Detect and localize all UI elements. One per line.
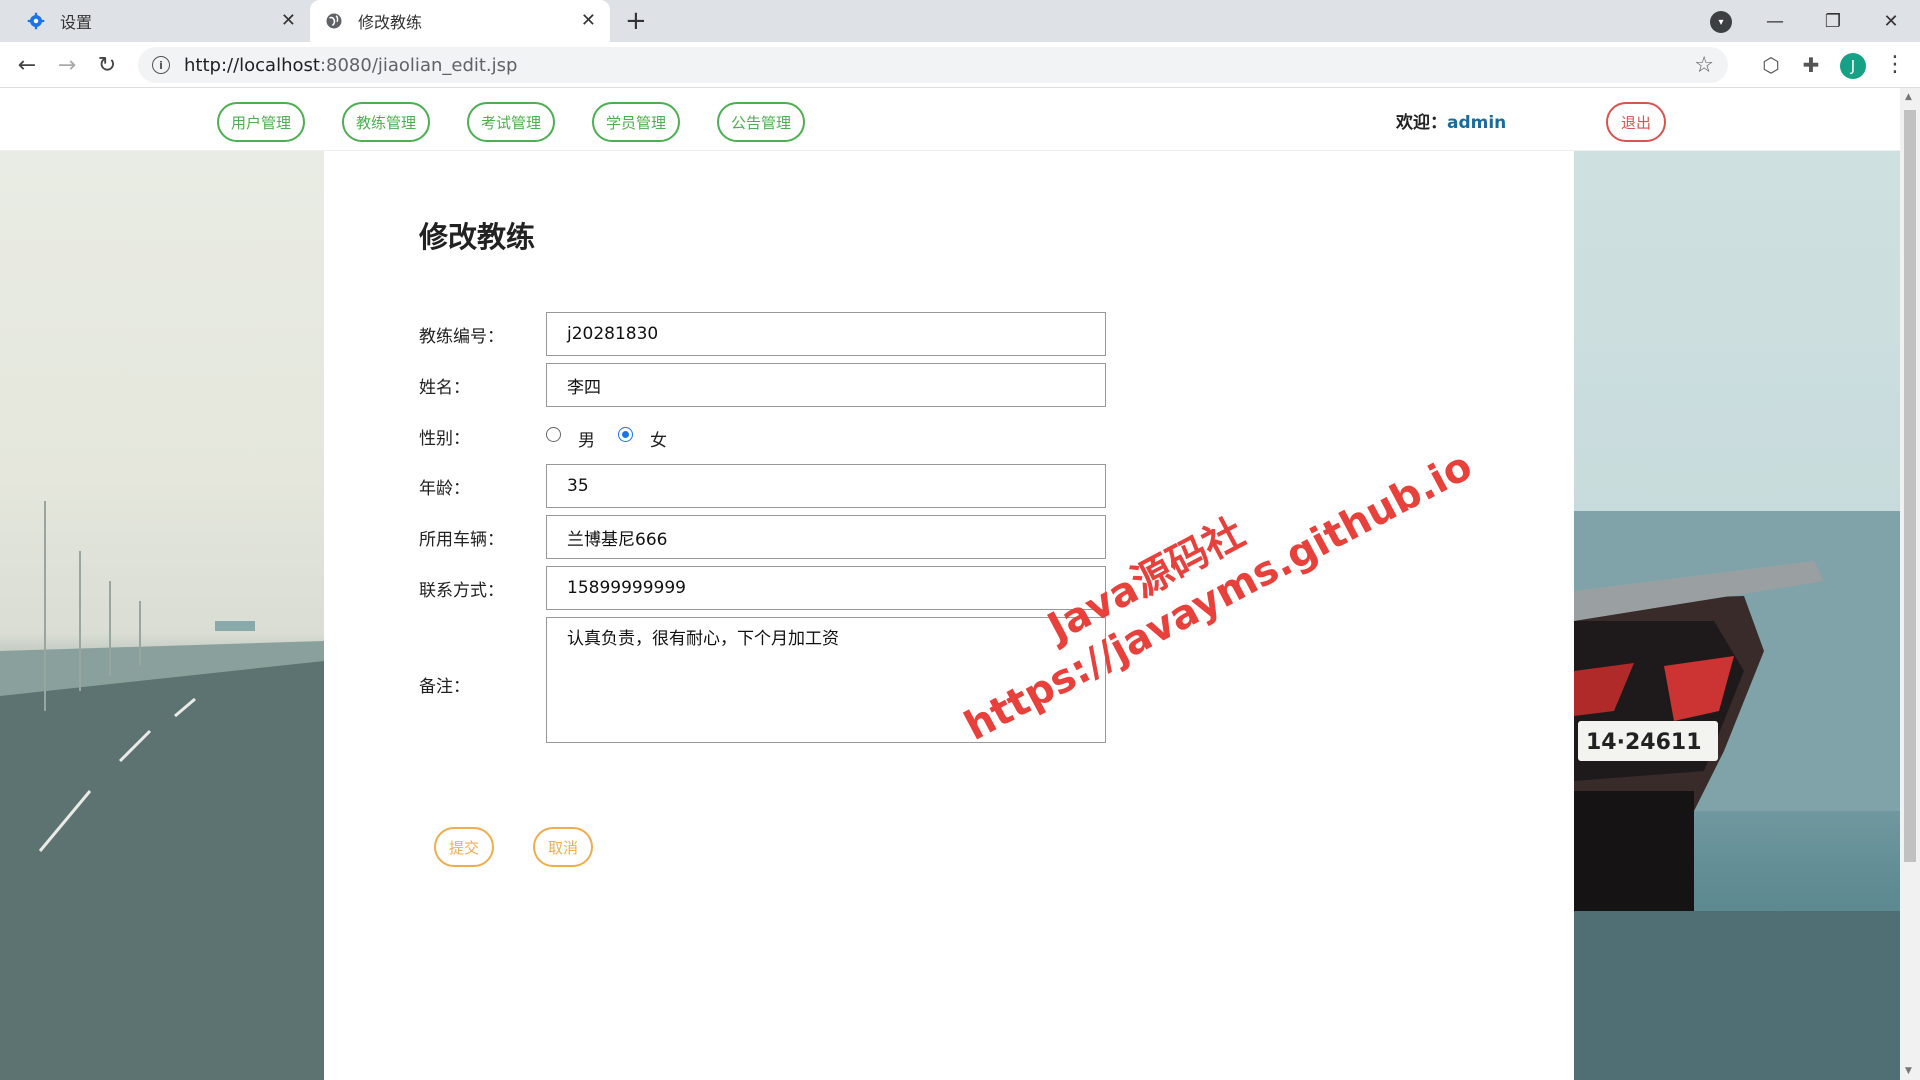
welcome-text: 欢迎：admin [1396,108,1506,133]
page: 用户管理 教练管理 考试管理 学员管理 公告管理 欢迎：admin 退出 14·… [0,88,1900,1080]
bookmark-star-icon[interactable]: ☆ [1694,53,1714,78]
nav-exam-management[interactable]: 考试管理 [467,102,555,142]
coach-id-input[interactable]: j20281830 [546,312,1106,356]
url-path: :8080/jiaolian_edit.jsp [319,54,518,76]
background-road-image [0,151,324,1080]
tab-search-icon[interactable]: ▾ [1710,11,1732,33]
window-controls: — ❐ ✕ [1746,0,1920,42]
nav-coach-management[interactable]: 教练管理 [342,102,430,142]
logout-button[interactable]: 退出 [1606,102,1666,142]
submit-button[interactable]: 提交 [434,827,494,867]
background-car-image: 14·24611 [1574,151,1900,1080]
avatar[interactable]: J [1840,53,1866,79]
vehicle-label: 所用车辆： [419,530,504,550]
tab-title: 设置 [60,13,93,32]
close-window-icon[interactable]: ✕ [1862,11,1920,32]
close-tab-icon[interactable]: ✕ [581,10,596,31]
vehicle-input[interactable]: 兰博基尼666 [546,515,1106,559]
remark-label: 备注： [419,677,470,697]
top-nav: 用户管理 教练管理 考试管理 学员管理 公告管理 欢迎：admin 退出 [0,88,1900,151]
scroll-down-icon[interactable]: ▼ [1905,1066,1912,1076]
gender-female-label: 女 [650,431,667,451]
gender-female-radio[interactable] [618,427,633,442]
age-input[interactable]: 35 [546,464,1106,508]
url-host: http://localhost [184,54,320,76]
restore-icon[interactable]: ❐ [1804,11,1862,32]
gear-icon [26,11,46,31]
back-icon[interactable]: ← [12,50,42,80]
info-icon[interactable]: i [152,56,170,74]
gender-male-label: 男 [578,431,595,451]
svg-text:14·24611: 14·24611 [1586,730,1702,755]
coach-id-label: 教练编号： [419,327,504,347]
forward-icon[interactable]: → [52,50,82,80]
form-panel: 修改教练 教练编号： j20281830 姓名： 李四 性别： 男 女 年龄： … [324,151,1574,1080]
new-tab-button[interactable]: + [625,6,647,36]
nav-student-management[interactable]: 学员管理 [592,102,680,142]
tab-edit-coach[interactable]: 修改教练 ✕ [310,0,610,42]
nav-user-management[interactable]: 用户管理 [217,102,305,142]
browser-toolbar: ← → ↻ i http://localhost:8080/jiaolian_e… [0,42,1920,88]
welcome-label: 欢迎： [1396,113,1447,133]
contact-input[interactable]: 15899999999 [546,566,1106,610]
age-label: 年龄： [419,479,470,499]
tab-settings[interactable]: 设置 ✕ [12,0,310,42]
contact-label: 联系方式： [419,581,504,601]
name-label: 姓名： [419,378,470,398]
name-input[interactable]: 李四 [546,363,1106,407]
globe-icon [324,11,344,31]
scrollbar-thumb[interactable] [1904,110,1916,862]
nav-announcement-management[interactable]: 公告管理 [717,102,805,142]
tab-title: 修改教练 [358,13,423,32]
gender-label: 性别： [419,429,470,449]
address-bar[interactable]: i http://localhost:8080/jiaolian_edit.js… [138,47,1728,83]
username: admin [1447,113,1507,133]
close-tab-icon[interactable]: ✕ [281,10,296,31]
gender-male-radio[interactable] [546,427,561,442]
cancel-button[interactable]: 取消 [533,827,593,867]
puzzle-icon[interactable]: ✚ [1798,52,1824,78]
extension-icon[interactable]: ⬡ [1758,52,1784,78]
reload-icon[interactable]: ↻ [92,50,122,80]
minimize-icon[interactable]: — [1746,11,1804,32]
menu-icon[interactable]: ⋮ [1884,52,1906,77]
browser-tabstrip: 设置 ✕ 修改教练 ✕ + ▾ — ❐ ✕ [0,0,1920,42]
remark-textarea[interactable]: 认真负责，很有耐心，下个月加工资 [546,617,1106,743]
page-title: 修改教练 [419,220,536,254]
page-scrollbar[interactable]: ▲ ▼ [1900,88,1920,1080]
scroll-up-icon[interactable]: ▲ [1905,92,1912,102]
